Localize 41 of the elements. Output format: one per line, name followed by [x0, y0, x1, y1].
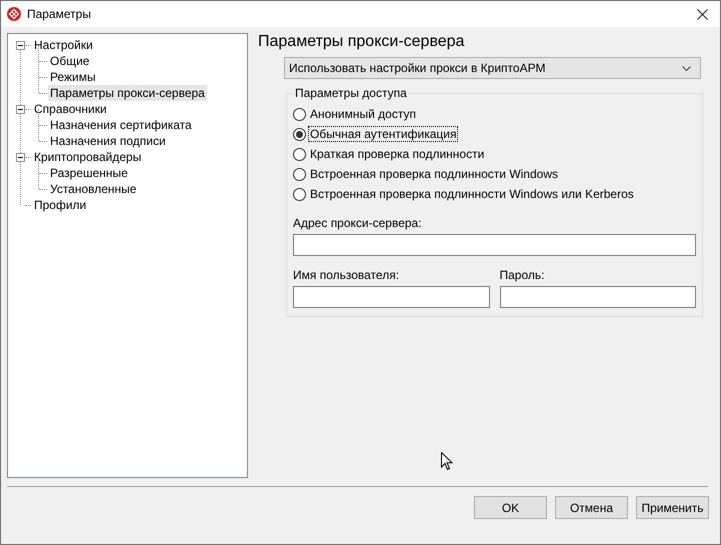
field-label: Имя пользователя: [293, 268, 400, 282]
chevron-down-icon [682, 66, 691, 70]
radio-button[interactable] [293, 188, 306, 200]
radio-label[interactable]: Краткая проверка подлинности [308, 146, 486, 162]
radio-button[interactable] [293, 108, 306, 120]
tree-item[interactable]: Справочники [32, 101, 109, 117]
mouse-cursor-icon [441, 452, 453, 471]
field-label: Адрес прокси-сервера: [293, 216, 423, 230]
radio-button[interactable] [293, 148, 306, 160]
page-title: Параметры прокси-сервера [258, 33, 466, 51]
radio-label[interactable]: Обычная аутентификация [308, 126, 458, 142]
radio-label[interactable]: Анонимный доступ [308, 106, 418, 122]
dialog-button[interactable]: Отмена [555, 496, 628, 519]
radio-button[interactable] [293, 128, 306, 140]
collapse-toggle-icon[interactable] [16, 40, 25, 50]
dialog-button[interactable]: Применить [636, 496, 709, 519]
tree-item[interactable]: Режимы [48, 69, 98, 85]
tree-item[interactable]: Настройки [32, 37, 95, 53]
tree-item[interactable]: Установленные [48, 181, 138, 197]
proxy-address-field[interactable] [293, 234, 696, 256]
collapse-toggle-icon[interactable] [16, 152, 25, 162]
tree-item[interactable]: Назначения подписи [48, 133, 168, 149]
tree-item[interactable]: Назначения сертификата [48, 117, 194, 133]
group-title: Параметры доступа [293, 86, 409, 100]
dialog-button[interactable]: OK [474, 496, 547, 519]
radio-label[interactable]: Встроенная проверка подлинности Windows [308, 166, 560, 182]
tree-item[interactable]: Профили [32, 197, 88, 213]
password-field[interactable] [500, 286, 696, 308]
window-title: Параметры [27, 7, 92, 21]
tree-item[interactable]: Разрешенные [48, 165, 130, 181]
radio-label[interactable]: Встроенная проверка подлинности Windows или Kerberos [308, 186, 636, 202]
tree-item[interactable]: Параметры прокси-сервера [48, 85, 207, 101]
username-field[interactable] [293, 286, 490, 308]
field-label: Пароль: [500, 268, 546, 282]
app-logo-icon [7, 7, 21, 21]
tree-item[interactable]: Криптопровайдеры [32, 149, 144, 165]
tree-item[interactable]: Общие [48, 53, 92, 69]
collapse-toggle-icon[interactable] [16, 104, 25, 114]
proxy-mode-dropdown[interactable]: Использовать настройки прокси в КриптоАРМ [284, 57, 701, 79]
close-icon[interactable] [697, 8, 708, 20]
radio-button[interactable] [293, 168, 306, 180]
